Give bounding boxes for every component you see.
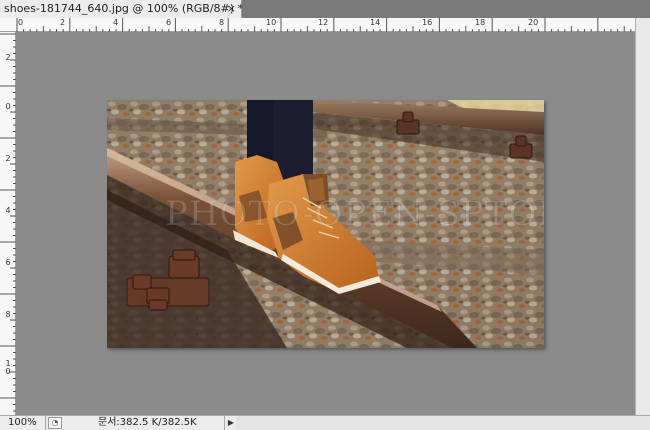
ruler-top-label: 16: [422, 18, 433, 27]
ruler-top-label: 14: [370, 18, 381, 27]
ruler-top-label: 0: [18, 18, 24, 27]
ruler-left-label: 2: [5, 53, 11, 62]
document-image[interactable]: PHOTO-OPEN-SPTOR: [107, 100, 544, 348]
share-icon[interactable]: ◔: [48, 417, 62, 429]
document-tab-title: shoes-181744_640.jpg @ 100% (RGB/8#) *: [4, 2, 244, 15]
ruler-top-label: 18: [475, 18, 486, 27]
ruler-top-label: 12: [318, 18, 329, 27]
ruler-top-label: 6: [166, 18, 172, 27]
vertical-ruler[interactable]: 2 0 2 4 6 8 10: [0, 32, 16, 415]
ruler-top-label: 2: [60, 18, 66, 27]
ruler-top-label: 8: [219, 18, 225, 27]
document-tab-bar: shoes-181744_640.jpg @ 100% (RGB/8#) * ×: [0, 0, 650, 18]
ruler-left-label: 8: [5, 310, 11, 319]
ruler-top-label: 10: [266, 18, 277, 27]
horizontal-scrollbar[interactable]: [236, 416, 650, 430]
ruler-top-label: 20: [528, 18, 539, 27]
watermark-text: PHOTO-OPEN-SPTOR: [165, 194, 544, 234]
document-tab[interactable]: shoes-181744_640.jpg @ 100% (RGB/8#) * ×: [0, 0, 244, 18]
ruler-left-label: 4: [5, 206, 11, 215]
document-size-info: 문서:382.5 K/382.5K: [98, 417, 197, 428]
photo-shoes-on-rail: PHOTO-OPEN-SPTOR: [107, 100, 544, 348]
vertical-ruler-ticks: [0, 33, 16, 412]
vertical-scrollbar[interactable]: [635, 18, 650, 415]
ruler-left-label: 10: [5, 359, 11, 376]
close-icon[interactable]: ×: [227, 0, 236, 18]
ruler-top-label: 4: [113, 18, 119, 27]
ruler-left-label: 6: [5, 258, 11, 267]
ruler-left-label: 0: [5, 102, 11, 111]
horizontal-ruler[interactable]: 0 2 4 6 8 10 12 14 16 18 20: [0, 18, 650, 32]
ruler-left-label: 2: [5, 154, 11, 163]
status-bar: 100% ◔ 문서:382.5 K/382.5K ▶: [0, 415, 650, 430]
zoom-level-field[interactable]: 100%: [0, 416, 46, 430]
